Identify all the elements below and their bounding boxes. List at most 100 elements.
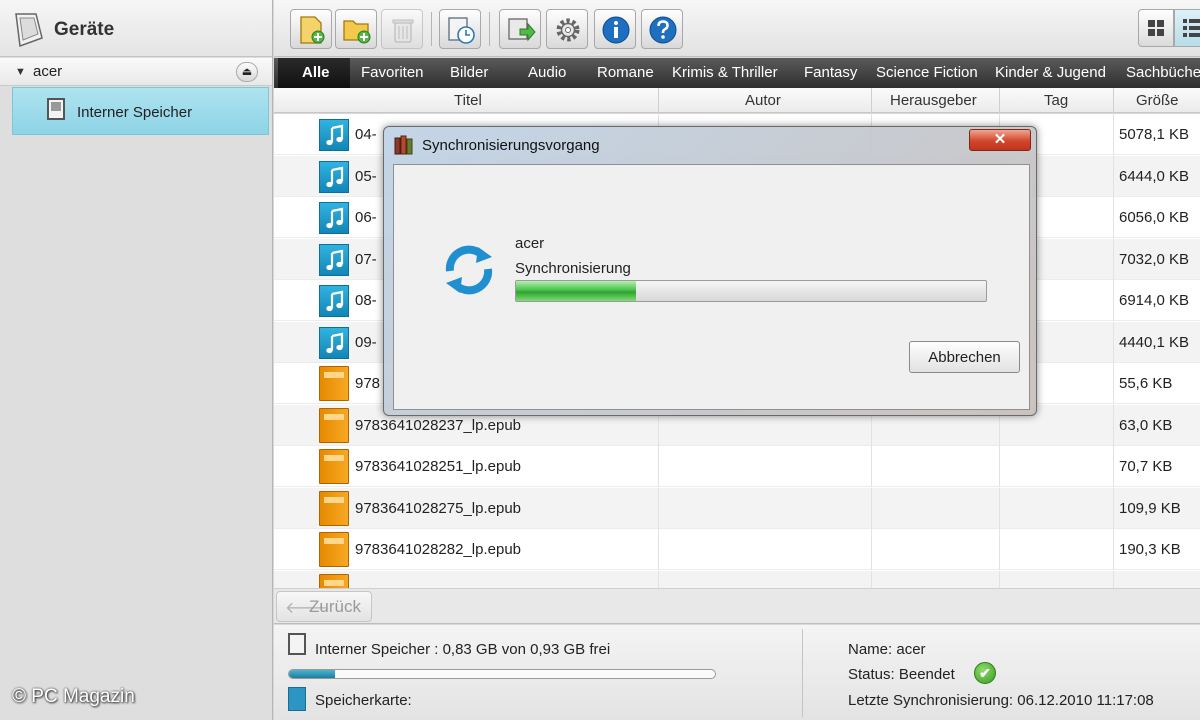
collapse-arrow-icon[interactable]: ▼ xyxy=(15,66,26,78)
trash-icon xyxy=(392,19,414,43)
list-view-icon xyxy=(1183,19,1200,37)
ebook-file-icon xyxy=(319,532,349,567)
cell-divider xyxy=(658,487,659,529)
memory-usage-fill xyxy=(289,670,335,678)
file-size: 190,3 KB xyxy=(1119,541,1181,558)
audio-file-icon xyxy=(319,119,349,151)
info-button[interactable] xyxy=(594,9,636,49)
schedule-button[interactable] xyxy=(439,9,481,49)
cell-divider xyxy=(658,446,659,487)
schedule-icon xyxy=(448,17,475,44)
delete-button[interactable] xyxy=(381,9,423,49)
tab-fantasy[interactable]: Fantasy xyxy=(804,64,857,81)
tab-krimis-thriller[interactable]: Krimis & Thriller xyxy=(672,64,778,81)
sidebar-header: Geräte xyxy=(0,0,272,57)
column-header-title[interactable]: Titel xyxy=(454,92,482,109)
column-header-publisher[interactable]: Herausgeber xyxy=(890,92,977,109)
tab-audio[interactable]: Audio xyxy=(528,64,566,81)
column-header-tag[interactable]: Tag xyxy=(1044,92,1068,109)
tab-sachbuecher[interactable]: Sachbücher xyxy=(1126,64,1200,81)
sidebar-title: Geräte xyxy=(54,19,115,40)
column-divider xyxy=(1113,88,1114,113)
cell-divider xyxy=(1113,363,1114,404)
file-name: 07- xyxy=(355,250,377,268)
cell-divider xyxy=(1113,446,1114,487)
file-name: 9783641028282_lp.epub xyxy=(355,541,522,558)
ebook-file-icon xyxy=(319,449,349,484)
file-size: 6056,0 KB xyxy=(1119,209,1190,226)
file-name: 04- xyxy=(355,126,377,143)
memory-usage-bar xyxy=(288,669,716,679)
file-size: 55,6 KB xyxy=(1119,375,1173,392)
sync-progress-bar xyxy=(515,280,987,302)
column-header-row: Titel Autor Herausgeber Tag Größe xyxy=(274,88,1200,113)
books-icon xyxy=(394,135,413,155)
grid-view-button[interactable] xyxy=(1138,9,1174,47)
tab-bilder[interactable]: Bilder xyxy=(450,64,488,81)
list-view-button[interactable] xyxy=(1174,9,1200,47)
navigation-bar: 🡐 Zurück xyxy=(274,588,1200,624)
ereader-device-icon xyxy=(15,13,43,48)
tab-romane[interactable]: Romane xyxy=(597,64,654,81)
category-tabs: Alle Favoriten Bilder Audio Romane Krimi… xyxy=(274,58,1200,94)
dialog-body: acer Synchronisierung Abbrechen xyxy=(393,164,1030,410)
audio-file-icon xyxy=(319,285,349,317)
tab-science-fiction[interactable]: Science Fiction xyxy=(876,64,978,81)
memory-card-label: Speicherkarte: xyxy=(315,692,412,709)
status-divider xyxy=(802,629,803,717)
cancel-button[interactable]: Abbrechen xyxy=(909,341,1020,373)
music-note-glyph xyxy=(326,124,344,146)
add-file-button[interactable] xyxy=(290,9,332,49)
status-panel: Interner Speicher : 0,83 GB von 0,93 GB … xyxy=(274,625,1200,720)
file-row[interactable]: 9783641028251_lp.epub 70,7 KB xyxy=(274,446,1200,487)
music-note-glyph xyxy=(326,166,344,187)
device-group-label: acer xyxy=(33,63,63,80)
music-note-glyph xyxy=(326,207,344,229)
eject-button[interactable]: ⏏ xyxy=(236,62,258,82)
column-divider xyxy=(999,88,1000,113)
cell-divider xyxy=(1113,155,1114,197)
memory-card-icon xyxy=(288,687,306,711)
toolbar-separator xyxy=(431,12,432,46)
cell-divider xyxy=(999,570,1000,588)
file-name: 9783641028275_lp.epub xyxy=(355,499,522,517)
device-group-acer[interactable]: ▼ acer ⏏ xyxy=(0,58,272,86)
check-icon: ✔ xyxy=(974,662,996,684)
file-size: 6444,0 KB xyxy=(1119,167,1190,185)
audio-file-icon xyxy=(319,243,349,276)
last-sync-text: Letzte Synchronisierung: 06.12.2010 11:1… xyxy=(848,692,1154,709)
sidebar-item-label: Interner Speicher xyxy=(77,104,193,121)
file-row[interactable]: 9783641028275_lp.epub 109,9 KB xyxy=(274,487,1200,529)
add-file-icon xyxy=(300,16,325,44)
toolbar xyxy=(274,0,1200,57)
help-button[interactable] xyxy=(641,9,683,49)
file-name: 08- xyxy=(355,292,377,309)
music-note-glyph xyxy=(326,332,344,353)
cell-divider xyxy=(1113,487,1114,529)
file-size: 7032,0 KB xyxy=(1119,250,1190,268)
device-status-text: Status: Beendet xyxy=(848,666,955,683)
file-name: 9783641028237_lp.epub xyxy=(355,416,522,434)
settings-button[interactable] xyxy=(546,9,588,49)
sidebar-item-internal-storage[interactable]: Interner Speicher xyxy=(12,87,269,135)
cell-divider xyxy=(658,570,659,588)
sync-progress-icon xyxy=(445,245,493,295)
cell-divider xyxy=(1113,404,1114,446)
file-row[interactable]: 9783641028282_lp.epub 190,3 KB xyxy=(274,529,1200,570)
column-header-author[interactable]: Autor xyxy=(745,92,781,109)
tab-alle[interactable]: Alle xyxy=(302,64,330,81)
tab-favoriten[interactable]: Favoriten xyxy=(361,64,424,81)
file-name: 9783641028251_lp.epub xyxy=(355,458,522,475)
cell-divider xyxy=(1113,280,1114,321)
file-size: 5078,1 KB xyxy=(1119,126,1190,143)
add-folder-button[interactable] xyxy=(335,9,377,49)
back-button[interactable]: 🡐 Zurück xyxy=(276,591,372,622)
column-header-size[interactable]: Größe xyxy=(1136,92,1179,109)
memory-status-text: Interner Speicher : 0,83 GB von 0,93 GB … xyxy=(315,641,611,658)
file-name: 09- xyxy=(355,333,377,351)
tab-kinder-jugend[interactable]: Kinder & Jugend xyxy=(995,64,1106,81)
close-button[interactable]: ✕ xyxy=(969,129,1031,151)
file-row[interactable] xyxy=(274,570,1200,588)
help-icon xyxy=(649,16,677,44)
sync-button[interactable] xyxy=(499,9,541,49)
